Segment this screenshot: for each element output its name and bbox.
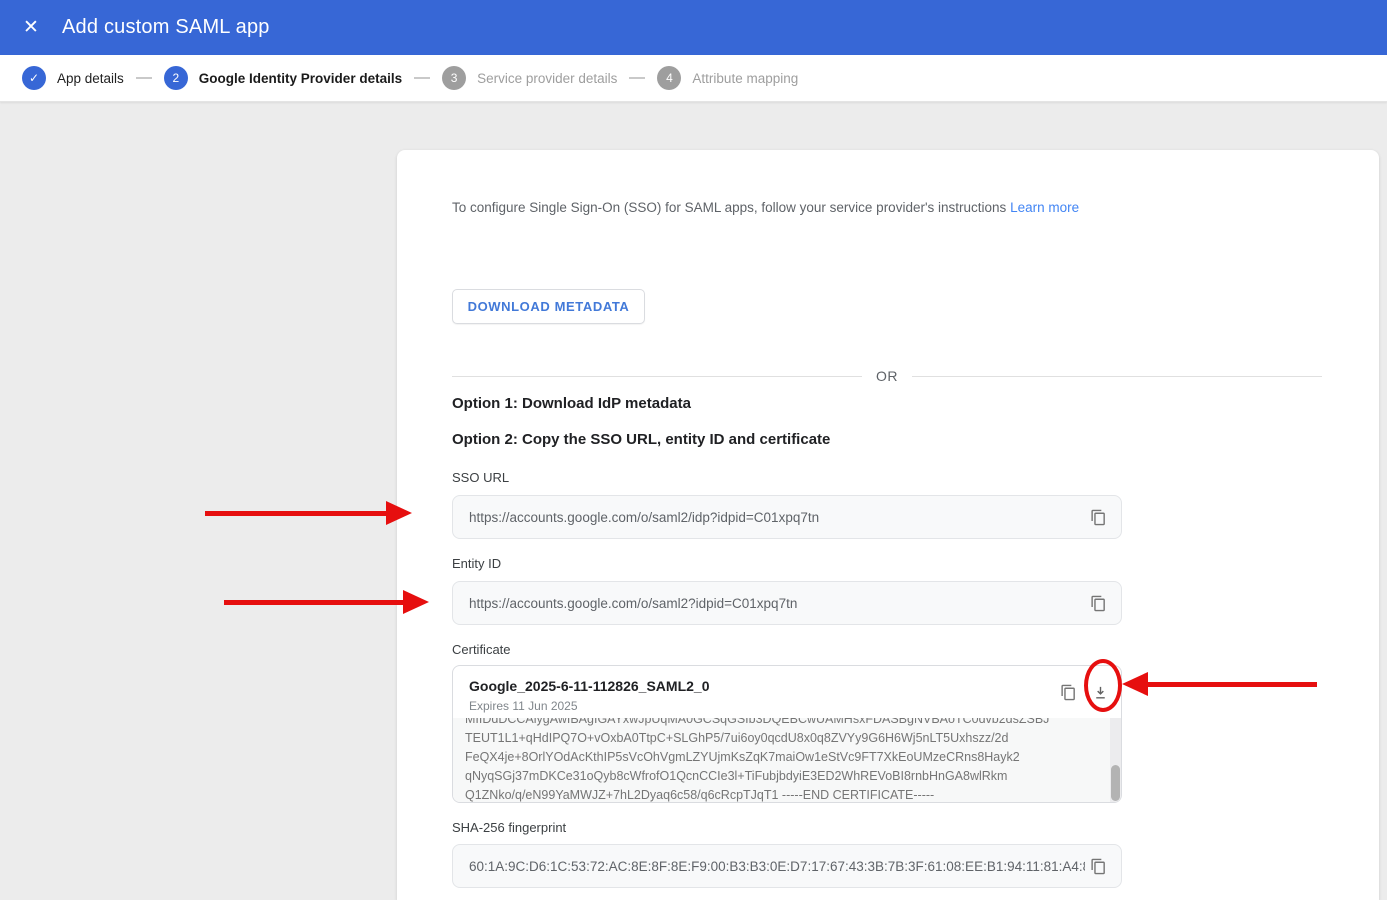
certificate-line: TEUT1L1+qHdIPQ7O+vOxbA0TtpC+SLGhP5/7ui6o… [465, 729, 1121, 748]
step2-number: 2 [164, 66, 188, 90]
divider-line [452, 376, 862, 377]
dialog-header: ✕ Add custom SAML app [0, 0, 1387, 55]
sso-url-value: https://accounts.google.com/o/saml2/idp?… [469, 510, 1085, 525]
dialog-title: Add custom SAML app [62, 16, 270, 39]
certificate-body[interactable]: MIIDdDCCAlygAwIBAgIGAYxwJpUqMA0GCSqGSIb3… [453, 718, 1121, 803]
sha256-field: 60:1A:9C:D6:1C:53:72:AC:8E:8F:8E:F9:00:B… [452, 844, 1122, 888]
add-saml-app-dialog: ✕ Add custom SAML app ✓ App details 2 Go… [0, 0, 1387, 900]
step4-number: 4 [657, 66, 681, 90]
certificate-text: MIIDdDCCAlygAwIBAgIGAYxwJpUqMA0GCSqGSIb3… [465, 718, 1121, 803]
step-connector [629, 77, 645, 79]
certificate-expiry: Expires 11 Jun 2025 [469, 699, 578, 713]
intro-text: To configure Single Sign-On (SSO) for SA… [452, 200, 1079, 215]
close-icon[interactable]: ✕ [20, 17, 42, 39]
intro-sentence: To configure Single Sign-On (SSO) for SA… [452, 200, 1006, 215]
step-attribute-mapping[interactable]: 4 Attribute mapping [657, 66, 798, 90]
sha256-copy-button[interactable] [1085, 853, 1111, 879]
or-divider: OR [452, 366, 1322, 386]
entity-annotation-arrow-shaft [224, 600, 405, 605]
step1-label: App details [57, 71, 124, 86]
certificate-scrollbar[interactable] [1110, 718, 1121, 803]
scrollbar-thumb[interactable] [1111, 765, 1120, 801]
certificate-card: Google_2025-6-11-112826_SAML2_0 Expires … [452, 665, 1122, 803]
copy-icon [1090, 858, 1107, 875]
certificate-copy-button[interactable] [1055, 679, 1081, 705]
step-service-provider-details[interactable]: 3 Service provider details [442, 66, 617, 90]
step-connector [414, 77, 430, 79]
certificate-name: Google_2025-6-11-112826_SAML2_0 [469, 678, 709, 694]
download-icon [1092, 684, 1109, 701]
entity-id-label: Entity ID [452, 556, 501, 571]
certificate-label: Certificate [452, 642, 511, 657]
option2-heading: Option 2: Copy the SSO URL, entity ID an… [452, 431, 830, 448]
certificate-download-button[interactable] [1087, 679, 1113, 705]
sso-annotation-arrow-shaft [205, 511, 388, 516]
sha256-label: SHA-256 fingerprint [452, 820, 566, 835]
entity-id-field: https://accounts.google.com/o/saml2?idpi… [452, 581, 1122, 625]
divider-label: OR [876, 368, 898, 384]
step3-number: 3 [442, 66, 466, 90]
certificate-line: FeQX4je+8OrlYOdAcKthIP5sVcOhVgmLZYUjmKsZ… [465, 748, 1121, 767]
sso-copy-button[interactable] [1085, 504, 1111, 530]
wizard-stepper: ✓ App details 2 Google Identity Provider… [0, 55, 1387, 102]
learn-more-link[interactable]: Learn more [1010, 200, 1079, 215]
sso-url-label: SSO URL [452, 470, 509, 485]
step2-label: Google Identity Provider details [199, 71, 402, 86]
certificate-line: MIIDdDCCAlygAwIBAgIGAYxwJpUqMA0GCSqGSIb3… [465, 718, 1121, 729]
content-card: To configure Single Sign-On (SSO) for SA… [397, 150, 1379, 900]
option1-heading: Option 1: Download IdP metadata [452, 395, 691, 412]
step-app-details[interactable]: ✓ App details [22, 66, 124, 90]
certificate-line: Q1ZNko/q/eN99YaMWJZ+7hL2Dyaq6c58/q6cRcpT… [465, 786, 1121, 803]
sso-url-field: https://accounts.google.com/o/saml2/idp?… [452, 495, 1122, 539]
step3-label: Service provider details [477, 71, 617, 86]
copy-icon [1090, 595, 1107, 612]
divider-line [912, 376, 1322, 377]
copy-icon [1090, 509, 1107, 526]
sha256-value: 60:1A:9C:D6:1C:53:72:AC:8E:8F:8E:F9:00:B… [469, 859, 1085, 874]
certificate-line: qNyqSGj37mDKCe31oQyb8cWfrofO1QcnCCIe3l+T… [465, 767, 1121, 786]
entity-id-value: https://accounts.google.com/o/saml2?idpi… [469, 596, 1085, 611]
copy-icon [1060, 684, 1077, 701]
step-google-idp-details[interactable]: 2 Google Identity Provider details [164, 66, 402, 90]
entity-copy-button[interactable] [1085, 590, 1111, 616]
step4-label: Attribute mapping [692, 71, 798, 86]
step1-check-icon: ✓ [22, 66, 46, 90]
step-connector [136, 77, 152, 79]
download-metadata-button[interactable]: DOWNLOAD METADATA [452, 289, 645, 324]
